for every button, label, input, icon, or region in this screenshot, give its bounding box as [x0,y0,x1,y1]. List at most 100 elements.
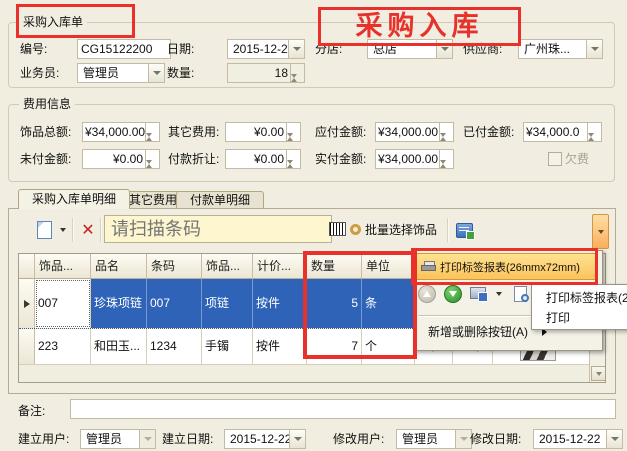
modified-user-label: 修改用户: [333,429,384,449]
print-save-dropdown-button[interactable] [496,286,505,302]
row-selector-cell[interactable] [19,279,35,328]
print-preview-button[interactable] [513,286,529,303]
salesman-label: 业务员: [20,63,59,83]
barcode-button[interactable] [326,217,348,241]
grid-cell[interactable]: 珍珠项链 [91,279,147,328]
grid-cell[interactable]: 1234 [147,329,202,364]
chevron-down-icon[interactable] [436,40,452,58]
chevron-down-icon [139,430,155,448]
created-date-label: 建立日期: [162,429,213,449]
spin-down-icon[interactable] [291,78,304,92]
fees-paid-stepper[interactable]: ¥34,000.0 [523,122,602,142]
grid-cell[interactable]: 个 [362,329,415,364]
fees-unpaid-label: 未付金额: [20,149,71,169]
print-label-report-label: 打印标签报表(26mmx72mm) [440,259,580,275]
grid-cell[interactable]: 条 [362,279,415,328]
modified-user-select[interactable]: 管理员 [396,429,472,449]
grid-cell[interactable]: 7 [307,329,362,364]
move-down-button[interactable] [444,285,462,303]
new-document-icon [37,221,52,239]
new-row-dropdown-button[interactable] [58,226,68,234]
grid-corner-cell [19,254,35,279]
import-table-button[interactable] [452,217,476,243]
delete-row-button[interactable]: ✕ [77,217,99,243]
chevron-down-icon[interactable] [148,64,164,82]
grid-header[interactable]: 条码 [147,254,202,279]
remark-input[interactable] [70,399,616,419]
fees-total-stepper[interactable]: ¥34,000.00 [82,122,160,142]
fees-unpaid-stepper[interactable]: ¥0.00 [82,149,160,169]
jewelry-ring-icon [350,224,361,235]
created-user-select[interactable]: 管理员 [80,429,156,449]
toolbar-separator [447,218,449,242]
modified-date-label: 修改日期: [470,429,521,449]
chevron-down-icon[interactable] [586,40,602,58]
salesman-select[interactable]: 管理员 [77,63,165,83]
grid-cell[interactable]: 按件 [253,279,307,328]
scrollbar-down-button[interactable] [591,366,606,381]
toolbar-separator [72,218,74,242]
remark-label: 备注: [18,401,45,421]
arrow-down-icon [449,291,457,297]
grid-header[interactable]: 饰品... [202,254,253,279]
arrow-up-icon [423,291,431,297]
submenu-item-print-label[interactable]: 打印标签报表(2 [546,288,627,308]
fees-other-label: 其它费用: [168,122,219,142]
batch-select-label: 批量选择饰品 [365,221,437,238]
row-selector-cell[interactable] [19,329,35,364]
toolbar-overflow-button[interactable] [592,214,609,249]
branch-label: 分店: [315,39,342,59]
modified-date-picker[interactable]: 2015-12-22 [533,429,623,449]
grid-cell[interactable]: 223 [35,329,91,364]
batch-select-button[interactable]: 批量选择饰品 [350,216,442,242]
arrears-checkbox-label: 欠费 [565,149,589,169]
floppy-badge-icon [478,292,488,302]
grid-cell[interactable]: 和田玉... [91,329,147,364]
order-no-input[interactable]: CG15122200 [77,39,171,59]
current-row-arrow-icon [24,300,30,308]
fees-actual-stepper[interactable]: ¥34,000.00 [375,149,454,169]
chevron-down-icon[interactable] [288,40,304,58]
tab-order-detail[interactable]: 采购入库单明细 [18,189,130,209]
chevron-down-icon[interactable] [289,430,305,448]
spin-down-icon[interactable] [146,164,159,178]
grid-cell[interactable]: 007 [147,279,202,328]
tab-payment-detail[interactable]: 付款单明细 [176,191,264,209]
grid-cell[interactable]: 项链 [202,279,253,328]
spin-down-icon[interactable] [588,137,601,151]
qty-stepper[interactable]: 18 [227,63,305,83]
grid-header[interactable]: 品名 [91,254,147,279]
spin-down-icon[interactable] [287,164,300,178]
fees-discount-stepper[interactable]: ¥0.00 [225,149,301,169]
toolbar-separator [100,218,102,242]
grid-cell[interactable]: 手镯 [202,329,253,364]
grid-header[interactable]: 单位 [362,254,415,279]
grid-header[interactable]: 饰品... [35,254,91,279]
scan-barcode-input[interactable] [104,215,332,243]
fees-paid-label: 已付金额: [463,122,514,142]
created-date-picker[interactable]: 2015-12-22 [224,429,306,449]
grid-cell[interactable]: 5 [307,279,362,328]
popup-icon-row [418,285,529,303]
grid-header[interactable]: 数量 [307,254,362,279]
print-label-report-button[interactable]: 打印标签报表(26mmx72mm) [416,253,596,280]
spin-down-icon[interactable] [440,164,453,178]
grid-header[interactable]: 计价... [253,254,307,279]
fees-payable-stepper[interactable]: ¥34,000.00 [375,122,454,142]
arrears-checkbox[interactable] [548,152,562,166]
grid-cell[interactable]: 按件 [253,329,307,364]
new-row-button[interactable] [32,217,56,243]
supplier-select[interactable]: 广州珠... [518,39,603,59]
print-save-button[interactable] [470,286,488,302]
branch-select[interactable]: 总店 [367,39,453,59]
chevron-down-icon [496,292,502,296]
fees-other-stepper[interactable]: ¥0.00 [225,122,301,142]
submenu-item-print[interactable]: 打印 [546,308,627,328]
move-up-button[interactable] [418,285,436,303]
order-date-picker[interactable]: 2015-12-22 [227,39,305,59]
chevron-down-icon[interactable] [606,430,622,448]
magnifier-icon [521,294,529,302]
grid-cell-focused[interactable]: 007 [35,279,91,328]
printer-icon [421,261,436,273]
barcode-icon [329,222,346,236]
